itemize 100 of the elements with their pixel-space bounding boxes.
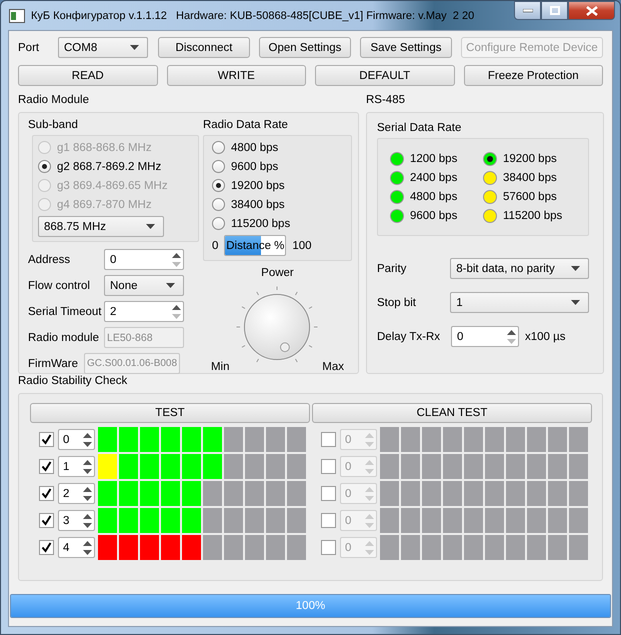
maximize-icon — [550, 6, 560, 15]
radio-label: 9600 bps — [230, 160, 278, 172]
group-title: Radio Module — [18, 93, 90, 108]
toolbar-button[interactable]: Disconnect — [158, 37, 250, 58]
spin-arrows-icon — [365, 512, 374, 528]
spin-arrows-icon — [365, 486, 374, 502]
dropdown[interactable]: 8-bit data, no parity — [450, 258, 589, 279]
close-icon — [586, 6, 598, 16]
spin-arrows-icon — [83, 458, 92, 474]
window-title: КуБ Конфигуратор v.1.1.12 Hardware: KUB-50868-485[CUBE_v1] Firmware: v.May 2 20 — [31, 10, 474, 22]
radio-button[interactable] — [38, 160, 51, 173]
max-value: 100 — [292, 240, 312, 252]
status-led[interactable] — [483, 152, 497, 166]
spin-box[interactable]: 3 — [58, 510, 95, 531]
caret-icon — [571, 300, 580, 305]
minimize-button[interactable] — [514, 1, 541, 20]
field-label: Address — [28, 254, 72, 266]
radio-label: g3 869.4-869.65 MHz — [57, 180, 168, 192]
progress-text: 100% — [296, 600, 326, 612]
field-label: Radio module — [28, 332, 100, 344]
spin-box[interactable]: 0 — [58, 429, 95, 450]
section-title: Sub-band — [28, 118, 79, 133]
readonly-field: GC.S00.01.06-B008 — [84, 353, 180, 374]
spin-box[interactable]: 2 — [104, 301, 184, 322]
spin-box[interactable]: 1 — [58, 456, 95, 477]
group-title: RS-485 — [366, 93, 406, 108]
radio-label: 4800 bps — [230, 142, 278, 154]
rate-label: 9600 bps — [410, 210, 458, 222]
test-button[interactable]: CLEAN TEST — [312, 403, 592, 423]
toolbar-button[interactable]: Open Settings — [259, 37, 351, 58]
caret-icon — [571, 266, 580, 271]
spin-arrows-icon — [365, 540, 374, 556]
app-icon — [9, 8, 25, 22]
min-value: 0 — [212, 240, 218, 252]
spin-arrows-icon — [507, 328, 516, 344]
section-title: Radio Data Rate — [202, 118, 289, 133]
readonly-field: LE50-868 — [104, 327, 184, 348]
dropdown[interactable]: None — [104, 275, 184, 296]
port-label: Port — [18, 42, 40, 54]
spin-arrows-icon — [172, 252, 181, 268]
port-dropdown[interactable]: COM8 — [58, 37, 148, 58]
caret-icon — [146, 224, 155, 229]
radio-label: 115200 bps — [230, 218, 290, 230]
radio-button[interactable] — [212, 141, 225, 154]
spin-arrows-icon — [83, 512, 92, 528]
rate-label: 2400 bps — [410, 172, 458, 184]
group-title: Radio Stability Check — [18, 374, 128, 389]
maximize-button[interactable] — [541, 1, 568, 20]
caret-icon — [166, 283, 175, 288]
radio-button[interactable] — [212, 217, 225, 230]
action-button[interactable]: READ — [18, 65, 158, 86]
radio-button[interactable] — [212, 179, 225, 192]
field-label: Parity — [377, 262, 408, 274]
spin-arrows-icon — [172, 304, 181, 320]
spin-arrows-icon — [83, 540, 92, 556]
field-label: Serial Timeout — [28, 306, 103, 318]
spin-box[interactable]: 0 — [451, 326, 519, 347]
rate-label: 38400 bps — [503, 172, 557, 184]
toolbar-button[interactable]: Save Settings — [360, 37, 452, 58]
action-button[interactable]: WRITE — [166, 65, 306, 86]
spin-box[interactable]: 0 — [104, 249, 184, 270]
rate-label: 1200 bps — [410, 152, 458, 164]
radio-label: 38400 bps — [230, 198, 285, 210]
min-label: Min — [210, 361, 230, 373]
spin-box[interactable]: 2 — [58, 483, 95, 504]
radio-label: g4 869.7-870 MHz — [57, 198, 152, 210]
rate-label: 115200 bps — [503, 210, 562, 222]
radio-label: g2 868.7-869.2 MHz — [57, 160, 162, 172]
checkbox[interactable] — [39, 486, 54, 501]
power-label: Power — [261, 267, 294, 279]
checkbox[interactable] — [39, 459, 54, 474]
test-button[interactable]: TEST — [30, 403, 310, 423]
caret-icon — [130, 45, 139, 50]
spin-arrows-icon — [83, 432, 92, 448]
field-label: Delay Tx-Rx — [377, 330, 442, 342]
action-button[interactable]: DEFAULT — [315, 65, 454, 86]
radio-label: 19200 bps — [230, 180, 285, 192]
dropdown[interactable]: 1 — [450, 292, 589, 313]
close-button[interactable] — [568, 1, 615, 20]
field-label: Stop bit — [377, 296, 417, 308]
action-button[interactable]: Freeze Protection — [464, 65, 603, 86]
field-label: FirmWare — [28, 358, 80, 370]
spin-arrows-icon — [365, 458, 374, 474]
checkbox[interactable] — [39, 513, 54, 528]
rate-label: 19200 bps — [503, 152, 557, 164]
field-label: Flow control — [28, 280, 91, 292]
channel-dropdown[interactable]: 868.75 MHz — [38, 216, 164, 237]
section-title: Serial Data Rate — [377, 121, 462, 136]
checkbox[interactable] — [39, 432, 54, 447]
minimize-icon — [522, 8, 532, 12]
radio-button[interactable] — [212, 198, 225, 211]
unit-label: x100 µs — [525, 330, 566, 342]
spin-arrows-icon — [83, 486, 92, 502]
rate-label: 57600 bps — [503, 190, 557, 202]
radio-label: g1 868-868.6 MHz — [57, 142, 152, 154]
radio-button[interactable] — [212, 160, 225, 173]
spin-arrows-icon — [365, 432, 374, 448]
max-label: Max — [322, 361, 344, 373]
checkbox[interactable] — [39, 540, 54, 555]
spin-box[interactable]: 4 — [58, 537, 95, 558]
